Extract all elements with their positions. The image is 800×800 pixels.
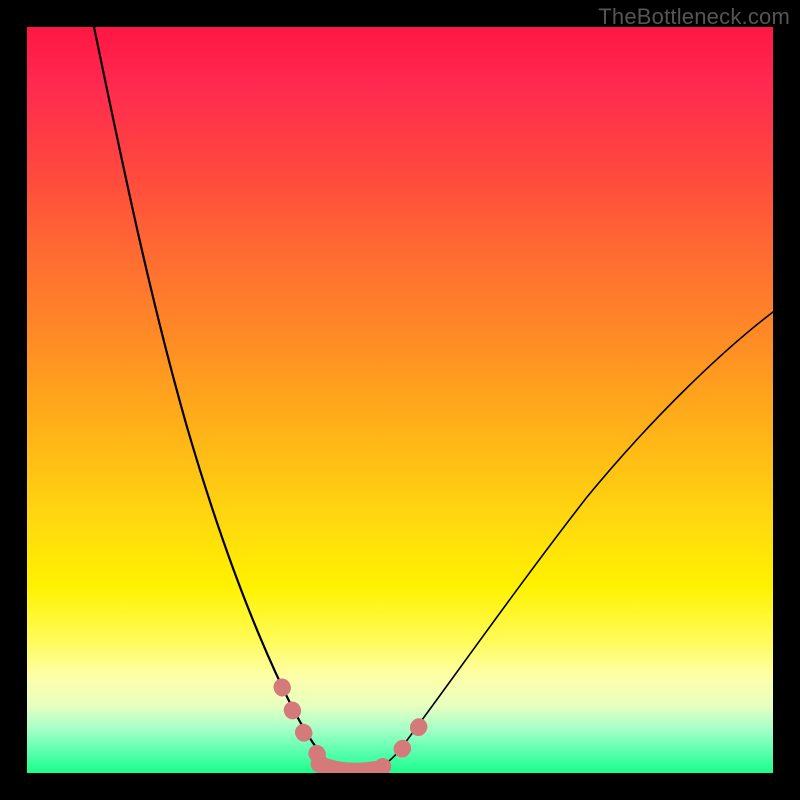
curve-layer (27, 27, 773, 773)
watermark-text: TheBottleneck.com (598, 4, 790, 30)
bottleneck-curve-right (357, 312, 773, 773)
chart-frame: TheBottleneck.com (0, 0, 800, 800)
highlight-segment-bottom (319, 764, 379, 771)
plot-area (27, 27, 773, 773)
highlight-segment-right (382, 717, 425, 767)
bottleneck-curve-left (94, 27, 357, 773)
